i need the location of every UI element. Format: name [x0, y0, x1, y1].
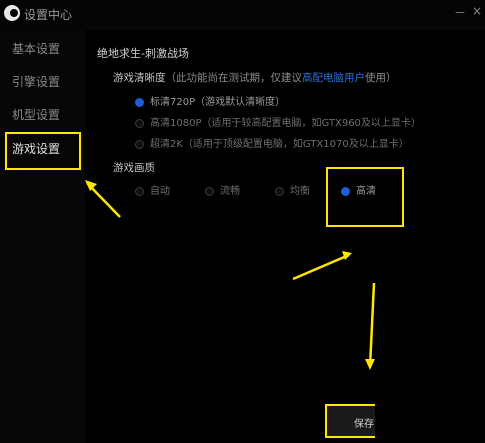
arrow-to-hd-option: [292, 253, 350, 281]
annotation-arrows: [85, 180, 376, 370]
arrow-to-save-button: [368, 282, 376, 368]
arrowhead-icon: [85, 180, 97, 191]
arrowhead-icon: [365, 359, 375, 370]
